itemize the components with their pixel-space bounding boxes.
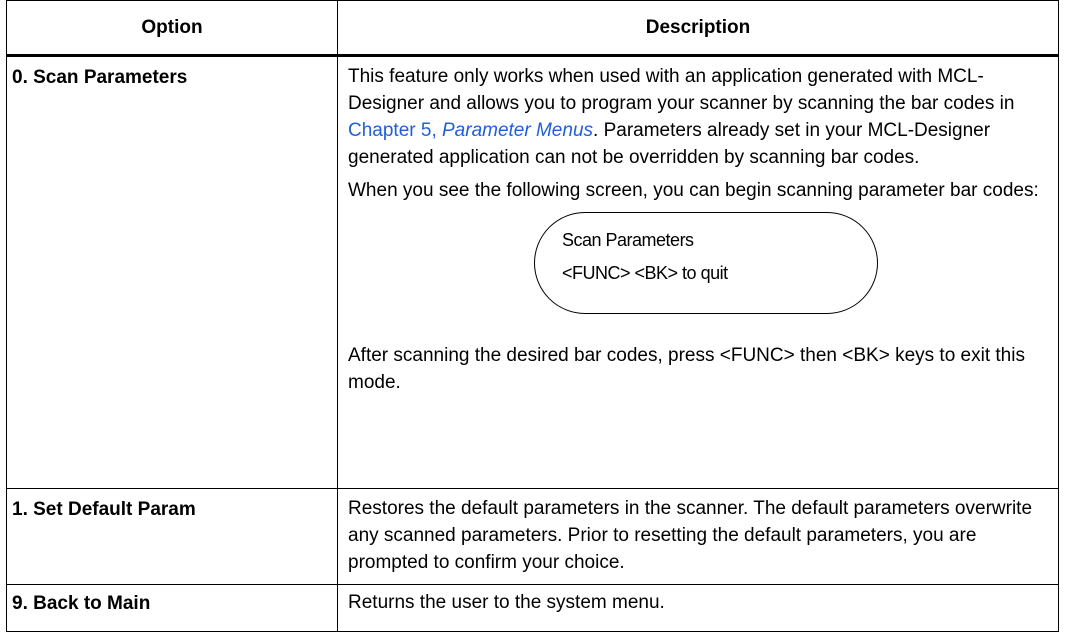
options-table: Option Description 0. Scan Parameters Th… bbox=[6, 0, 1059, 632]
option-cell: 0. Scan Parameters bbox=[6, 54, 338, 489]
description-paragraph: This feature only works when used with a… bbox=[348, 63, 1048, 171]
description-cell: Returns the user to the system menu. bbox=[337, 584, 1059, 632]
screen-line-instruction: <FUNC> <BK> to quit bbox=[562, 263, 728, 283]
table-header-row: Option Description bbox=[6, 0, 1059, 56]
device-screen-illustration: Scan Parameters <FUNC> <BK> to quit bbox=[348, 212, 1048, 338]
chapter-link[interactable]: Chapter 5, Parameter Menus bbox=[348, 120, 593, 141]
chapter-link-label: Chapter 5, bbox=[348, 120, 442, 141]
table-row: 9. Back to Main Returns the user to the … bbox=[6, 584, 1059, 632]
description-cell: Restores the default parameters in the s… bbox=[337, 488, 1059, 585]
table-row: 1. Set Default Param Restores the defaul… bbox=[6, 488, 1059, 585]
table-row: 0. Scan Parameters This feature only wor… bbox=[6, 54, 1059, 489]
screen-line-title: Scan Parameters bbox=[562, 230, 694, 250]
option-column-header: Option bbox=[6, 0, 338, 56]
description-column-header: Description bbox=[337, 0, 1059, 56]
description-text: This feature only works when used with a… bbox=[348, 66, 1015, 114]
chapter-link-title: Parameter Menus bbox=[442, 120, 594, 141]
option-cell: 9. Back to Main bbox=[6, 584, 338, 632]
description-paragraph: After scanning the desired bar codes, pr… bbox=[348, 345, 1025, 393]
option-cell: 1. Set Default Param bbox=[6, 488, 338, 585]
description-paragraph: When you see the following screen, you c… bbox=[348, 180, 1039, 201]
description-cell: This feature only works when used with a… bbox=[337, 54, 1059, 489]
